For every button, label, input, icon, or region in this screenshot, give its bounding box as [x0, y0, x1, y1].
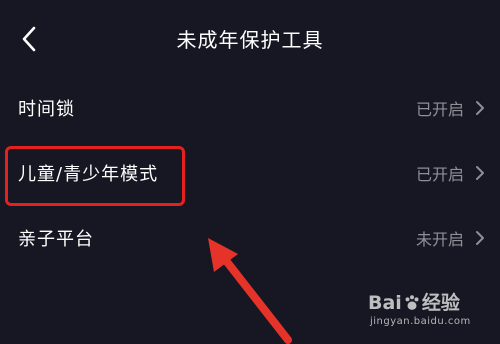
- baidu-watermark: Bai 经验 jingyan.baidu.com: [368, 292, 488, 334]
- setting-label: 时间锁: [18, 98, 75, 120]
- setting-status: 未开启: [415, 229, 464, 249]
- watermark-brand-prefix: Bai: [368, 292, 402, 314]
- page-title: 未成年保护工具: [176, 28, 324, 52]
- setting-row-time-lock[interactable]: 时间锁 已开启: [0, 75, 500, 140]
- paw-icon: [405, 295, 419, 310]
- watermark-brand-suffix: 经验: [421, 292, 460, 314]
- setting-status: 已开启: [415, 164, 464, 184]
- chevron-right-icon: [476, 165, 484, 180]
- chevron-right-icon: [476, 100, 484, 115]
- setting-status: 已开启: [415, 99, 464, 119]
- highlight-box: [5, 146, 185, 206]
- header-bar: 未成年保护工具: [0, 0, 500, 80]
- setting-label: 亲子平台: [18, 228, 94, 250]
- red-arrow-annotation: [208, 238, 292, 344]
- watermark-url: jingyan.baidu.com: [370, 316, 471, 327]
- chevron-right-icon: [476, 230, 484, 245]
- watermark-logo: Bai 经验: [368, 292, 488, 314]
